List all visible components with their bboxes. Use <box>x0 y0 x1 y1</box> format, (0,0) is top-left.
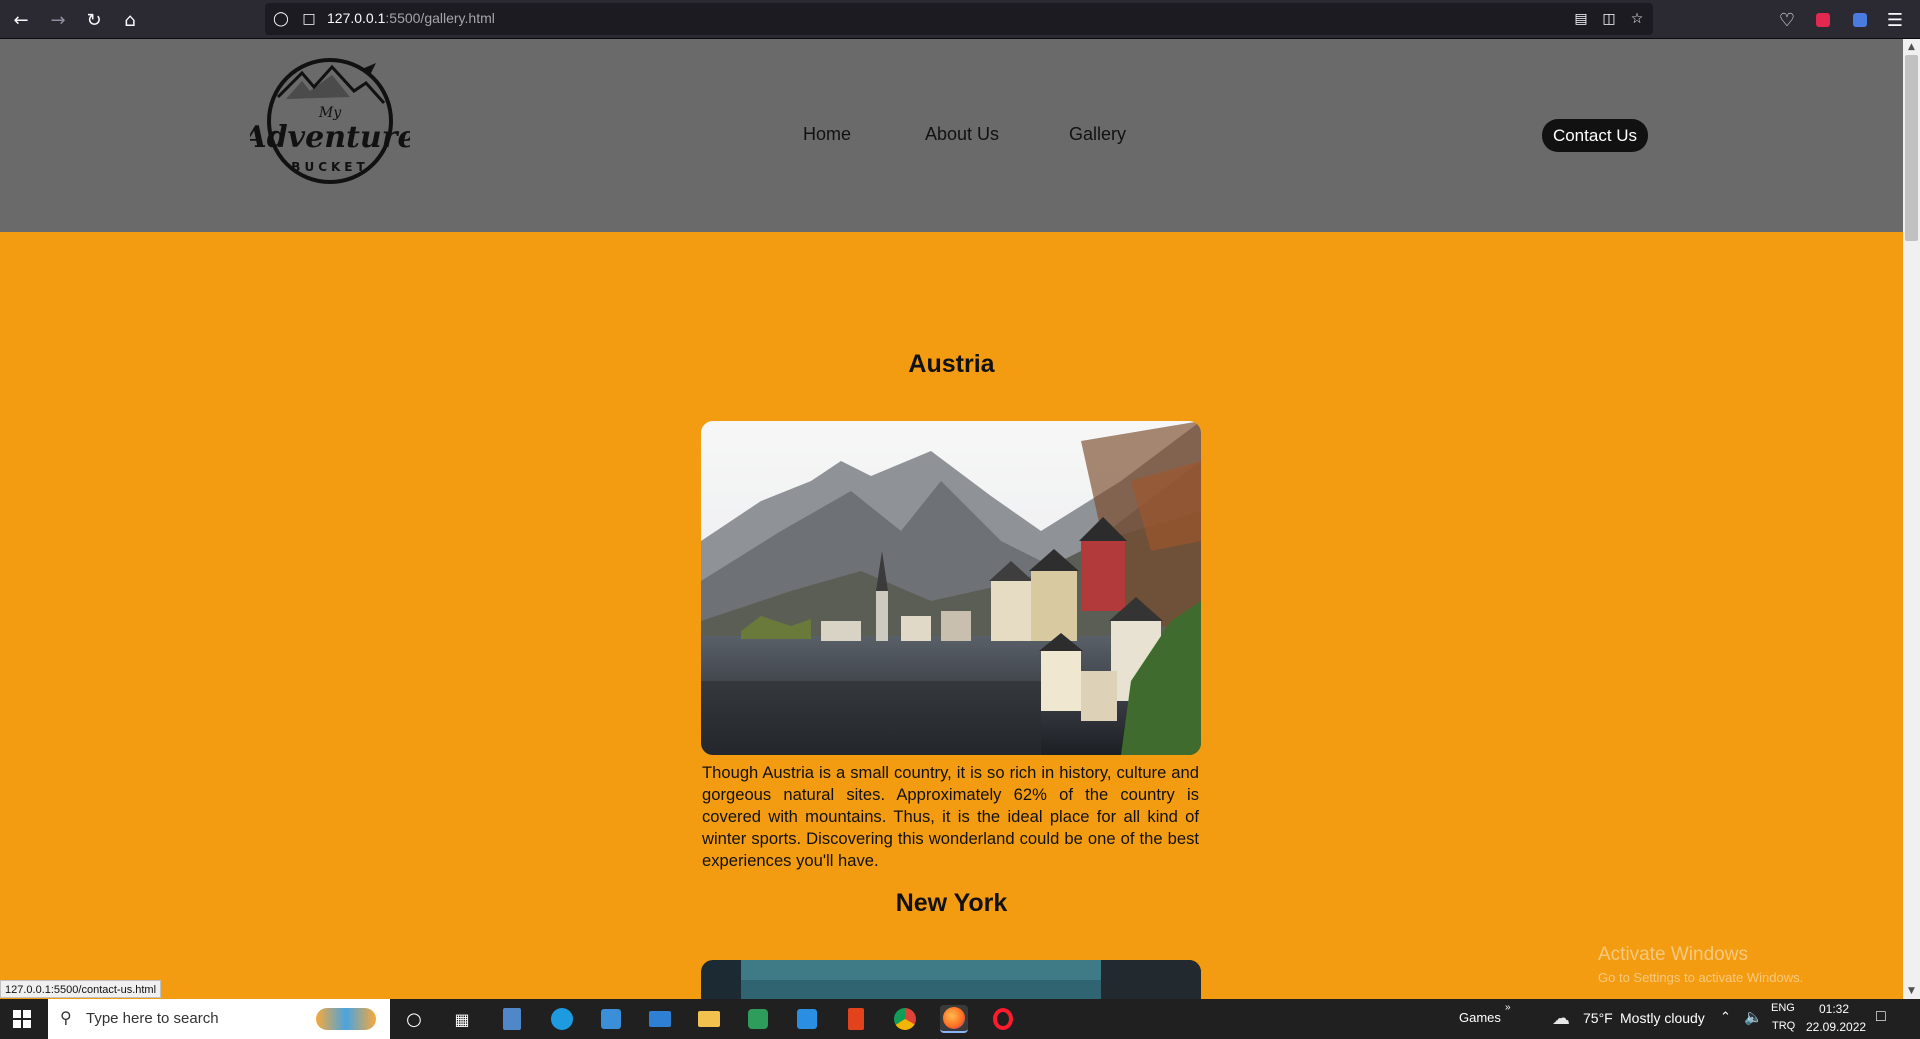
chrome-icon[interactable] <box>891 1005 919 1033</box>
pocket-icon[interactable]: ♡ <box>1773 6 1801 34</box>
search-icon: ⚲ <box>60 1008 72 1027</box>
notifications-icon[interactable]: □ <box>1876 1008 1886 1026</box>
search-highlight-icon <box>316 1008 376 1030</box>
task-view-icon[interactable]: ▦ <box>448 1005 476 1033</box>
reader-view-icon[interactable]: ▤ <box>1571 9 1591 29</box>
page-icon[interactable]: □ <box>299 9 319 29</box>
scroll-thumb[interactable] <box>1905 55 1918 241</box>
weather-cloud-icon[interactable]: ☁ <box>1552 1008 1570 1029</box>
office-icon[interactable] <box>842 1005 870 1033</box>
calculator-icon[interactable] <box>498 1005 526 1033</box>
logo-text-main: Adventure <box>250 120 410 155</box>
austria-photo <box>701 421 1201 755</box>
page-viewport: My Adventure BUCKET Home About Us Galler… <box>0 39 1903 999</box>
mail-icon[interactable] <box>646 1005 674 1033</box>
speaker-icon[interactable]: 🔈 <box>1744 1008 1763 1026</box>
activate-windows-watermark: Activate Windows Go to Settings to activ… <box>1598 944 1803 985</box>
vscode-icon[interactable] <box>793 1005 821 1033</box>
language-bottom[interactable]: TRQ <box>1772 1020 1795 1032</box>
translate-icon[interactable]: ◫ <box>1599 9 1619 29</box>
logo-text-bucket: BUCKET <box>291 160 368 174</box>
language-top[interactable]: ENG <box>1771 1002 1795 1014</box>
watermark-line2: Go to Settings to activate Windows. <box>1598 970 1804 985</box>
url-path: :5500/gallery.html <box>385 10 495 26</box>
section-title-austria: Austria <box>908 350 995 378</box>
nav-home[interactable]: Home <box>803 124 851 145</box>
menu-icon[interactable]: ☰ <box>1881 6 1909 34</box>
bookmark-star-icon[interactable]: ☆ <box>1627 9 1647 29</box>
address-bar[interactable]: ◯ □ 127.0.0.1:5500/gallery.html ▤ ◫ ☆ <box>265 3 1653 35</box>
logo[interactable]: My Adventure BUCKET <box>250 55 410 187</box>
link-status-tooltip: 127.0.0.1:5500/contact-us.html <box>0 980 162 998</box>
clock-date[interactable]: 22.09.2022 <box>1806 1020 1866 1034</box>
extension-translate-icon[interactable] <box>1846 6 1874 34</box>
logo-text-my: My <box>318 105 342 121</box>
browser-toolbar: ← → ↻ ⌂ ◯ □ 127.0.0.1:5500/gallery.html … <box>0 0 1920 39</box>
page-scrollbar[interactable]: ▲ ▼ <box>1903 39 1920 999</box>
scroll-up-icon[interactable]: ▲ <box>1903 39 1920 55</box>
section-title-new-york: New York <box>895 889 1008 917</box>
contact-us-button[interactable]: Contact Us <box>1542 119 1648 152</box>
scroll-down-icon[interactable]: ▼ <box>1903 983 1920 999</box>
windows-start-icon[interactable] <box>8 1005 36 1033</box>
photos-app-icon[interactable] <box>744 1005 772 1033</box>
shield-icon[interactable]: ◯ <box>271 9 291 29</box>
url-text[interactable]: 127.0.0.1:5500/gallery.html <box>327 10 495 26</box>
store-icon[interactable] <box>597 1005 625 1033</box>
home-icon[interactable]: ⌂ <box>116 6 144 34</box>
site-header: My Adventure BUCKET Home About Us Galler… <box>0 39 1903 232</box>
extension-red-icon[interactable] <box>1809 6 1837 34</box>
new-york-photo <box>701 960 1201 999</box>
file-explorer-icon[interactable] <box>695 1005 723 1033</box>
opera-icon[interactable] <box>989 1005 1017 1033</box>
url-host: 127.0.0.1 <box>327 10 386 26</box>
austria-description: Though Austria is a small country, it is… <box>702 763 1199 870</box>
back-icon[interactable]: ← <box>7 6 35 34</box>
chevron-expand-icon[interactable]: » <box>1505 1002 1511 1013</box>
cortana-icon[interactable]: ○ <box>400 1005 428 1033</box>
clock-time[interactable]: 01:32 <box>1819 1002 1849 1016</box>
weather-description[interactable]: Mostly cloudy <box>1620 1010 1705 1026</box>
edge-icon[interactable] <box>548 1005 576 1033</box>
firefox-icon[interactable] <box>940 1005 968 1033</box>
nav-about-us[interactable]: About Us <box>925 124 999 145</box>
windows-taskbar: ⚲ Type here to search ○ ▦ Games » ☁ 75°F… <box>0 999 1920 1039</box>
watermark-line1: Activate Windows <box>1598 944 1748 965</box>
taskbar-search-box[interactable]: ⚲ Type here to search <box>48 999 390 1039</box>
chevron-up-icon[interactable]: ⌃ <box>1720 1009 1731 1025</box>
search-placeholder: Type here to search <box>86 1010 219 1027</box>
forward-icon[interactable]: → <box>44 6 72 34</box>
weather-temp[interactable]: 75°F <box>1583 1010 1613 1026</box>
nav-gallery[interactable]: Gallery <box>1069 124 1126 145</box>
games-widget[interactable]: Games <box>1459 1010 1501 1025</box>
reload-icon[interactable]: ↻ <box>80 6 108 34</box>
